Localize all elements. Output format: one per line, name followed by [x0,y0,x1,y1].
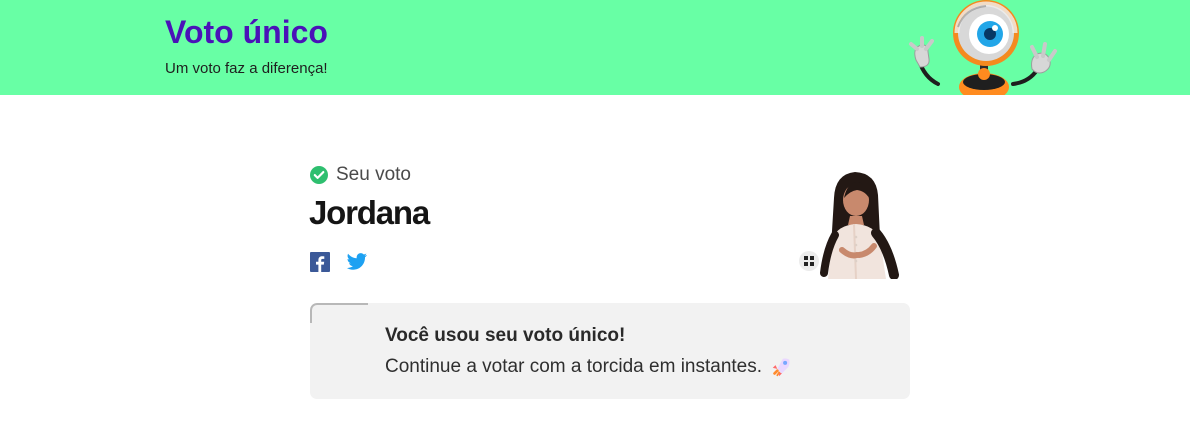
vote-label: Seu voto [336,164,411,185]
share-links [310,252,368,272]
check-circle-icon [310,166,328,184]
main-content: Seu voto Jordana Você usou seu voto únic… [0,95,1190,440]
grid-icon[interactable] [799,251,819,271]
facebook-icon[interactable] [310,252,330,272]
page-header: Voto único Um voto faz a diferença! [0,0,1190,95]
message-text-row: Continue a votar com a torcida em instan… [385,354,792,380]
message-corner-accent [310,303,368,323]
eye-mascot-icon [909,0,1057,95]
candidate-name: Jordana [309,194,430,231]
message-text: Continue a votar com a torcida em instan… [385,356,763,377]
message-title: Você usou seu voto único! [385,325,626,346]
twitter-icon[interactable] [346,253,368,271]
page-title: Voto único [165,14,328,50]
vote-status: Seu voto [310,163,411,187]
page-subtitle: Um voto faz a diferença! [165,60,328,77]
rocket-icon [772,358,790,377]
vote-message-box: Você usou seu voto único! Continue a vot… [310,303,910,399]
candidate-photo [810,167,902,279]
